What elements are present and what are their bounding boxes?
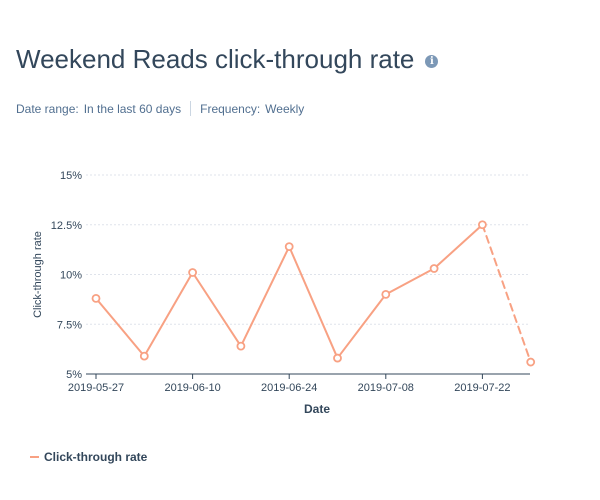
- data-point: [381, 289, 391, 299]
- data-point: [139, 351, 149, 361]
- data-point: [526, 357, 536, 367]
- series-line-segment: [239, 245, 291, 348]
- series-line-segment: [143, 271, 194, 358]
- x-tick-label: 2019-06-10: [164, 382, 220, 394]
- data-point: [236, 341, 246, 351]
- x-tick-label: 2019-07-08: [358, 382, 414, 394]
- x-axis-title: Date: [304, 402, 330, 416]
- series-line-segment: [288, 245, 339, 360]
- series-line-segment: [336, 293, 387, 360]
- line-chart: 5% 7.5% 10% 12.5% 15% 2019-05-27 2019-06-10 201…: [32, 170, 536, 416]
- x-tick-label: 2019-06-24: [261, 382, 317, 394]
- data-point: [188, 268, 198, 277]
- y-tick-label: 5%: [66, 369, 82, 381]
- y-tick-label: 15%: [60, 170, 82, 182]
- data-point: [333, 353, 342, 363]
- series-line-segment: [191, 271, 242, 348]
- series-line-segment: [481, 223, 532, 364]
- series-line-segment: [95, 297, 146, 358]
- series-line-segment: [384, 267, 436, 296]
- data-point: [284, 242, 294, 252]
- x-tick-label: 2019-07-22: [454, 382, 510, 394]
- y-tick-label: 12.5%: [51, 220, 82, 232]
- data-point: [477, 220, 487, 230]
- y-axis-title: Click-through rate: [32, 231, 44, 318]
- series-line-segment: [433, 223, 484, 270]
- y-tick-label: 7.5%: [57, 319, 82, 331]
- data-point: [429, 264, 439, 273]
- legend-label: Click-through rate: [44, 450, 148, 464]
- y-tick-label: 10%: [60, 270, 82, 282]
- x-tick-label: 2019-05-27: [68, 382, 124, 394]
- chart-legend[interactable]: Click-through rate: [30, 450, 147, 464]
- legend-swatch: [30, 456, 39, 458]
- data-point: [91, 293, 101, 303]
